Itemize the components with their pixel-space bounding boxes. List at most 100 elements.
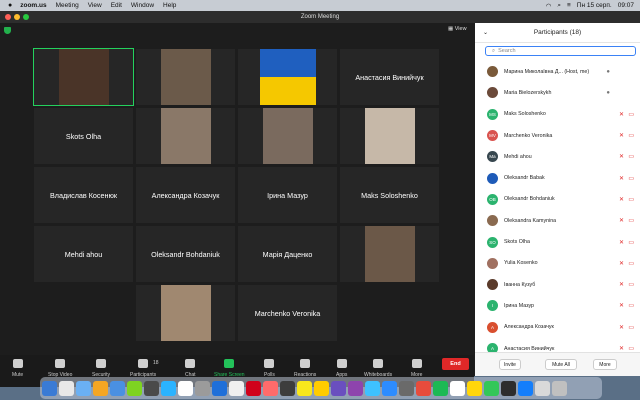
end-meeting-button[interactable]: End <box>442 358 469 370</box>
dock-app-icon[interactable] <box>93 380 108 396</box>
chat-button[interactable]: Chat <box>185 359 196 378</box>
participant-row[interactable]: Іванна Кузуб ▭ ✕ <box>475 274 640 295</box>
participant-row[interactable]: Oleksandra Kamynina ▭ ✕ <box>475 210 640 231</box>
participant-row[interactable]: OB Oleksandr Bohdaniuk ▭ ✕ <box>475 189 640 210</box>
mute-button[interactable]: Mute <box>12 359 23 378</box>
dock-app-icon[interactable] <box>212 380 227 396</box>
participant-row[interactable]: MV Marchenko Veronika ▭ ✕ <box>475 125 640 146</box>
search-icon[interactable]: ⌕ <box>557 2 561 10</box>
dock-app-icon[interactable] <box>59 380 74 396</box>
video-tile[interactable] <box>340 226 439 282</box>
encryption-shield-icon[interactable] <box>4 27 11 34</box>
close-window-button[interactable] <box>5 14 11 20</box>
share-screen-button[interactable]: Share Screen <box>214 359 245 378</box>
dock-app-icon[interactable] <box>501 380 516 396</box>
menu-view[interactable]: View <box>88 2 102 9</box>
dock-app-icon[interactable] <box>399 380 414 396</box>
dock-app-icon[interactable] <box>246 380 261 396</box>
dock-app-icon[interactable] <box>518 380 533 396</box>
menu-app[interactable]: zoom.us <box>20 2 46 9</box>
polls-button[interactable]: Polls <box>264 359 275 378</box>
participant-row[interactable]: І Ірина Мазур ▭ ✕ <box>475 295 640 316</box>
apple-icon[interactable]: ● <box>8 2 12 9</box>
chevron-down-icon[interactable]: ⌄ <box>483 29 488 36</box>
dock-app-icon[interactable] <box>433 380 448 396</box>
security-button[interactable]: Security <box>92 359 110 378</box>
apps-button[interactable]: Apps <box>336 359 347 378</box>
dock-app-icon[interactable] <box>450 380 465 396</box>
video-tile[interactable]: Marchenko Veronika <box>238 285 337 341</box>
participant-row[interactable]: А Александра Козачук ▭ ✕ <box>475 317 640 338</box>
control-center-icon[interactable]: ≡ <box>567 2 571 9</box>
dock-app-icon[interactable] <box>263 380 278 396</box>
stop-video-button[interactable]: Stop Video <box>48 359 72 378</box>
view-button[interactable]: ▦ View <box>448 26 467 32</box>
participant-search-input[interactable]: ⌕ Search <box>485 46 636 56</box>
dock-app-icon[interactable] <box>161 380 176 396</box>
dock-app-icon[interactable] <box>348 380 363 396</box>
video-tile[interactable]: Александра Козачук <box>136 167 235 223</box>
video-tile[interactable]: Maks Soloshenko <box>340 167 439 223</box>
video-tile[interactable] <box>136 285 235 341</box>
wifi-icon[interactable]: ◠ <box>546 2 552 10</box>
video-tile[interactable]: Владислав Косенюк <box>34 167 133 223</box>
video-tile[interactable] <box>136 108 235 164</box>
dock-app-icon[interactable] <box>552 380 567 396</box>
video-tile[interactable] <box>136 49 235 105</box>
zoom-window-button[interactable] <box>23 14 29 20</box>
menu-edit[interactable]: Edit <box>111 2 122 9</box>
dock-app-icon[interactable] <box>467 380 482 396</box>
video-tile[interactable] <box>238 49 337 105</box>
dock-app-icon[interactable] <box>178 380 193 396</box>
menu-help[interactable]: Help <box>163 2 176 9</box>
invite-button[interactable]: Invite <box>499 359 521 370</box>
video-tile[interactable]: Марія Даценко <box>238 226 337 282</box>
video-tile[interactable]: Skots Olha <box>34 108 133 164</box>
video-tile[interactable]: Mehdi ahou <box>34 226 133 282</box>
dock-app-icon[interactable] <box>42 380 57 396</box>
mute-all-button[interactable]: Mute All <box>545 359 577 370</box>
more-button[interactable]: More <box>411 359 422 378</box>
ukraine-flag-image <box>259 49 316 105</box>
menu-meeting[interactable]: Meeting <box>56 2 79 9</box>
participant-row[interactable]: MS Maks Soloshenko ▭ ✕ <box>475 104 640 125</box>
panel-more-button[interactable]: More <box>593 359 617 370</box>
tile-name: Владислав Косенюк <box>49 190 118 200</box>
whiteboards-button[interactable]: Whiteboards <box>364 359 392 378</box>
participant-row[interactable]: Oleksandr Babak ▭ ✕ <box>475 167 640 188</box>
video-tile[interactable] <box>340 108 439 164</box>
dock-app-icon[interactable] <box>280 380 295 396</box>
dock-app-icon[interactable] <box>382 380 397 396</box>
dock-app-icon[interactable] <box>195 380 210 396</box>
dock-app-icon[interactable] <box>127 380 142 396</box>
participant-row[interactable]: Марина Миколаївна Д... (Host, me) ● <box>475 61 640 82</box>
video-off-icon: ▭ <box>628 175 634 182</box>
dock-app-icon[interactable] <box>110 380 125 396</box>
reactions-button[interactable]: Reactions <box>294 359 316 378</box>
participant-name: Marchenko Veronika <box>504 132 553 139</box>
minimize-window-button[interactable] <box>14 14 20 20</box>
dock-app-icon[interactable] <box>484 380 499 396</box>
dock-app-icon[interactable] <box>297 380 312 396</box>
participant-row[interactable]: SO Skots Olha ▭ ✕ <box>475 231 640 252</box>
dock-app-icon[interactable] <box>144 380 159 396</box>
menu-window[interactable]: Window <box>131 2 154 9</box>
dock-app-icon[interactable] <box>365 380 380 396</box>
menubar-time[interactable]: 09:07 <box>618 2 634 9</box>
video-tile[interactable] <box>33 48 134 106</box>
dock-app-icon[interactable] <box>229 380 244 396</box>
video-tile[interactable]: Анастасия Винийчук <box>340 49 439 105</box>
dock-app-icon[interactable] <box>535 380 550 396</box>
participant-row[interactable]: Ma Mehdi ahou ▭ ✕ <box>475 146 640 167</box>
video-tile[interactable]: Ірина Мазур <box>238 167 337 223</box>
participant-row[interactable]: Maria Bielozerskykh ● <box>475 82 640 103</box>
reactions-icon <box>300 359 311 368</box>
dock-app-icon[interactable] <box>76 380 91 396</box>
menubar-date[interactable]: Пн 15 серп. <box>577 2 612 9</box>
video-tile[interactable] <box>238 108 337 164</box>
dock-app-icon[interactable] <box>331 380 346 396</box>
participant-row[interactable]: Yulia Kosenko ▭ ✕ <box>475 253 640 274</box>
dock-app-icon[interactable] <box>314 380 329 396</box>
dock-app-icon[interactable] <box>416 380 431 396</box>
video-tile[interactable]: Oleksandr Bohdaniuk <box>136 226 235 282</box>
